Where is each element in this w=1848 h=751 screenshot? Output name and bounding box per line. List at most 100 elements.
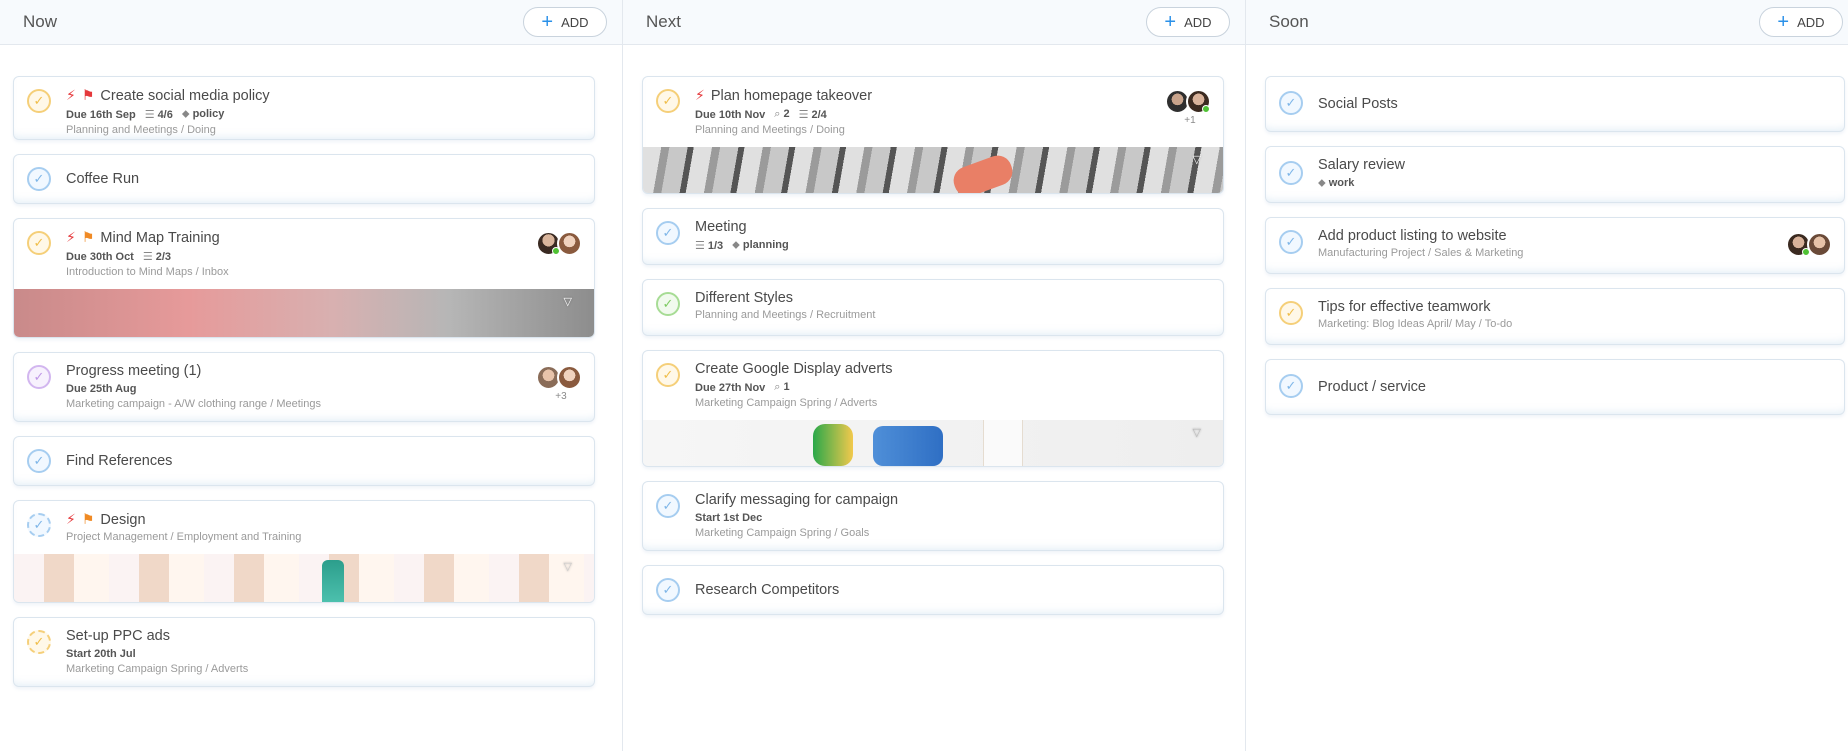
- card-path: Project Management / Employment and Trai…: [66, 531, 302, 543]
- kanban-board: Now + ADD ✓ ⚡ ⚑ Create social media poli…: [0, 0, 1848, 751]
- assignees[interactable]: [536, 231, 582, 256]
- task-card[interactable]: ✓ Meeting ☰ 1/3 ⬥ planning: [642, 208, 1224, 265]
- due-date: Due 30th Oct: [66, 250, 134, 263]
- avatar: [557, 231, 582, 256]
- check-icon: ✓: [33, 517, 45, 532]
- priority-icon: ⚡: [66, 511, 76, 527]
- check-icon: ✓: [33, 634, 45, 649]
- chevron-down-icon[interactable]: ▽: [1193, 153, 1201, 166]
- add-card-button[interactable]: + ADD: [1759, 7, 1843, 37]
- priority-icon: ⚡: [66, 87, 76, 103]
- task-card[interactable]: ✓ Research Competitors: [642, 565, 1224, 615]
- chevron-down-icon[interactable]: ▽: [564, 560, 572, 573]
- task-card[interactable]: ✓ Product / service: [1265, 359, 1845, 415]
- task-card[interactable]: ✓ Add product listing to website Manufac…: [1265, 217, 1845, 274]
- card-path: Marketing: Blog Ideas April/ May / To-do: [1318, 318, 1513, 330]
- complete-checkbox[interactable]: ✓: [27, 89, 51, 113]
- column-title: Now: [23, 12, 58, 31]
- complete-checkbox[interactable]: ✓: [27, 365, 51, 389]
- column-body: ✓ ⚡ ⚑ Create social media policy Due 16t…: [0, 45, 622, 687]
- task-card[interactable]: ✓ ⚡ ⚑ Mind Map Training Due 30th Oct ☰ 2/…: [13, 218, 595, 338]
- column-body: ✓ ⚡ Plan homepage takeover Due 10th Nov …: [623, 45, 1245, 615]
- card-path: Marketing Campaign Spring / Adverts: [695, 397, 878, 409]
- assignees[interactable]: +1: [1165, 89, 1211, 126]
- check-icon: ✓: [662, 225, 674, 240]
- card-path: Marketing Campaign Spring / Adverts: [66, 663, 249, 675]
- add-card-button[interactable]: + ADD: [523, 7, 607, 37]
- chevron-down-icon[interactable]: ▽: [1193, 426, 1201, 439]
- complete-checkbox[interactable]: ✓: [656, 578, 680, 602]
- priority-icon: ⚡: [695, 87, 705, 103]
- complete-checkbox[interactable]: ✓: [1279, 230, 1303, 254]
- attachment-count: ⌕ 2: [774, 108, 790, 120]
- complete-checkbox[interactable]: ✓: [27, 630, 51, 654]
- check-icon: ✓: [662, 367, 674, 382]
- check-icon: ✓: [662, 296, 674, 311]
- complete-checkbox[interactable]: ✓: [27, 513, 51, 537]
- column-title: Soon: [1269, 12, 1309, 31]
- card-path: Planning and Meetings / Doing: [695, 124, 845, 136]
- add-card-button[interactable]: + ADD: [1146, 7, 1230, 37]
- tag[interactable]: ⬥ work: [1318, 177, 1354, 190]
- flag-icon: ⚑: [81, 87, 95, 103]
- complete-checkbox[interactable]: ✓: [27, 231, 51, 255]
- complete-checkbox[interactable]: ✓: [27, 167, 51, 191]
- task-card[interactable]: ✓ Clarify messaging for campaign Start 1…: [642, 481, 1224, 551]
- assignees[interactable]: [1786, 232, 1832, 257]
- start-date: Start 1st Dec: [695, 512, 763, 524]
- attachment-count: ⌕ 1: [774, 381, 790, 393]
- task-card[interactable]: ✓ ⚡ Plan homepage takeover Due 10th Nov …: [642, 76, 1224, 194]
- complete-checkbox[interactable]: ✓: [1279, 161, 1303, 185]
- check-icon: ✓: [33, 171, 45, 186]
- checklist-count: ☰ 1/3: [695, 240, 724, 252]
- task-card[interactable]: ✓ Progress meeting (1) Due 25th Aug Mark…: [13, 352, 595, 422]
- task-card[interactable]: ✓ ⚡ ⚑ Design Project Management / Employ…: [13, 500, 595, 603]
- task-card[interactable]: ✓ Coffee Run: [13, 154, 595, 204]
- card-title: Coffee Run: [66, 171, 140, 187]
- add-button-label: ADD: [561, 14, 589, 30]
- complete-checkbox[interactable]: ✓: [656, 221, 680, 245]
- task-card[interactable]: ✓ Find References: [13, 436, 595, 486]
- more-assignees-count: +3: [555, 391, 567, 402]
- chevron-down-icon[interactable]: ▽: [564, 295, 572, 308]
- complete-checkbox[interactable]: ✓: [656, 363, 680, 387]
- complete-checkbox[interactable]: ✓: [1279, 301, 1303, 325]
- checklist-count: ☰ 2/4: [798, 109, 827, 121]
- card-title: Social Posts: [1318, 96, 1398, 112]
- task-card[interactable]: ✓ Tips for effective teamwork Marketing:…: [1265, 288, 1845, 345]
- column-soon: Soon + ADD ✓ Social Posts ✓ Salary revie…: [1246, 0, 1848, 751]
- add-button-label: ADD: [1184, 14, 1212, 30]
- card-title: Create Google Display adverts: [695, 361, 893, 377]
- plus-icon: +: [541, 11, 554, 33]
- assignees[interactable]: +3: [536, 365, 582, 402]
- online-indicator: [1202, 105, 1210, 113]
- tag[interactable]: ⬥ policy: [182, 108, 225, 121]
- card-path: Marketing Campaign Spring / Goals: [695, 527, 870, 539]
- complete-checkbox[interactable]: ✓: [27, 449, 51, 473]
- complete-checkbox[interactable]: ✓: [656, 292, 680, 316]
- card-meta: Due 16th Sep ☰ 4/6 ⬥ policy: [66, 108, 580, 121]
- task-card[interactable]: ✓ Different Styles Planning and Meetings…: [642, 279, 1224, 336]
- check-icon: ✓: [662, 582, 674, 597]
- checklist-icon: ☰: [695, 240, 705, 252]
- due-date: Due 27th Nov: [695, 381, 766, 394]
- check-icon: ✓: [33, 235, 45, 250]
- check-icon: ✓: [33, 369, 45, 384]
- task-card[interactable]: ✓ Salary review ⬥ work: [1265, 146, 1845, 203]
- priority-icon: ⚡: [66, 229, 76, 245]
- card-meta: Start 1st Dec: [695, 512, 1209, 524]
- tag[interactable]: ⬥ planning: [732, 239, 789, 252]
- attachment-icon: ⌕: [774, 108, 781, 120]
- start-date: Start 20th Jul: [66, 648, 136, 660]
- complete-checkbox[interactable]: ✓: [1279, 374, 1303, 398]
- complete-checkbox[interactable]: ✓: [656, 89, 680, 113]
- task-card[interactable]: ✓ Set-up PPC ads Start 20th Jul Marketin…: [13, 617, 595, 687]
- checklist-icon: ☰: [144, 109, 155, 121]
- task-card[interactable]: ✓ ⚡ ⚑ Create social media policy Due 16t…: [13, 76, 595, 140]
- complete-checkbox[interactable]: ✓: [656, 494, 680, 518]
- task-card[interactable]: ✓ Social Posts: [1265, 76, 1845, 132]
- complete-checkbox[interactable]: ✓: [1279, 91, 1303, 115]
- column-now: Now + ADD ✓ ⚡ ⚑ Create social media poli…: [0, 0, 623, 751]
- card-path: Planning and Meetings / Recruitment: [695, 309, 876, 321]
- task-card[interactable]: ✓ Create Google Display adverts Due 27th…: [642, 350, 1224, 467]
